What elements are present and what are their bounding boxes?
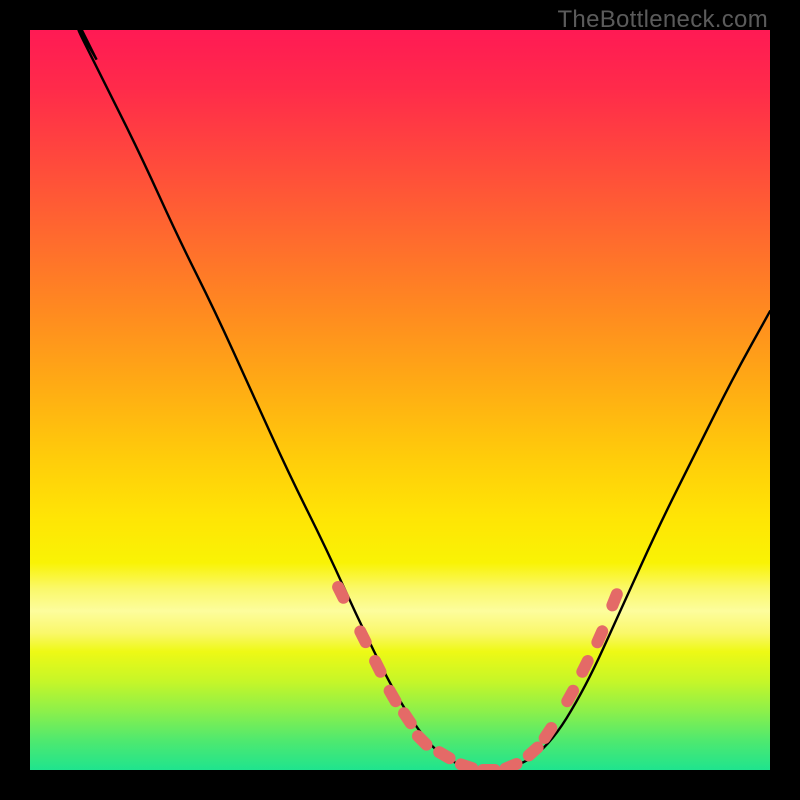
highlight-marker — [453, 757, 480, 770]
highlight-marker — [589, 623, 610, 650]
highlight-marker — [330, 579, 351, 606]
plot-area — [30, 30, 770, 770]
highlight-marker — [396, 705, 419, 732]
highlight-marker — [381, 683, 403, 710]
chart-frame: TheBottleneck.com — [0, 0, 800, 800]
bottleneck-curve — [30, 30, 770, 770]
highlight-markers — [330, 579, 625, 770]
highlight-marker — [409, 728, 434, 753]
highlight-marker — [477, 764, 501, 770]
bottleneck-curve-svg — [30, 30, 770, 770]
highlight-marker — [574, 653, 595, 680]
highlight-marker — [498, 756, 525, 770]
highlight-marker — [559, 683, 581, 710]
